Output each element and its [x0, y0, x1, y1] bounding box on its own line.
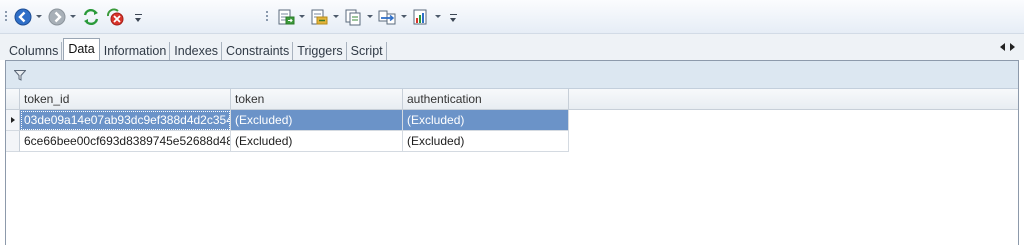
toolbar-overflow-right[interactable] — [450, 14, 457, 22]
cell-authentication[interactable]: (Excluded) — [403, 131, 569, 152]
filter-bar — [6, 61, 1018, 89]
data-panel: token_id token authentication 03de09a14e… — [5, 60, 1019, 245]
tab-scroll-right-icon[interactable] — [1010, 43, 1015, 51]
table-row[interactable]: 6ce66bee00cf693d8389745e52688d48 (Exclud… — [6, 131, 569, 152]
tab-script[interactable]: Script — [348, 42, 387, 60]
filter-icon[interactable] — [14, 70, 26, 81]
toolbar-grip-2[interactable] — [266, 11, 268, 23]
tab-scroll-left-icon[interactable] — [1000, 43, 1005, 51]
cell-token[interactable]: (Excluded) — [231, 131, 403, 152]
import-dropdown-arrow[interactable] — [333, 15, 339, 18]
toolbar-grip[interactable] — [5, 11, 7, 23]
cell-token-id[interactable]: 03de09a14e07ab93dc9ef388d4d2c354 — [20, 110, 231, 131]
report-dropdown-arrow[interactable] — [435, 15, 441, 18]
current-row-arrow-icon — [11, 117, 15, 123]
back-icon[interactable] — [14, 8, 32, 26]
cell-token-id[interactable]: 6ce66bee00cf693d8389745e52688d48 — [20, 131, 231, 152]
table-row[interactable]: 03de09a14e07ab93dc9ef388d4d2c354 (Exclud… — [6, 110, 569, 131]
row-indicator[interactable] — [6, 131, 20, 152]
stop-icon[interactable] — [106, 8, 124, 26]
tab-triggers[interactable]: Triggers — [294, 42, 347, 60]
column-header-token[interactable]: token — [231, 89, 403, 109]
main-toolbar — [0, 0, 1024, 34]
refresh-icon[interactable] — [82, 8, 100, 26]
forward-icon[interactable] — [48, 8, 66, 26]
column-header-token-id[interactable]: token_id — [20, 89, 231, 109]
report-icon[interactable] — [412, 8, 430, 26]
copy-data-icon[interactable] — [344, 8, 362, 26]
compare-dropdown-arrow[interactable] — [401, 15, 407, 18]
tab-information[interactable]: Information — [101, 42, 171, 60]
row-indicator-header — [6, 89, 20, 109]
export-icon[interactable] — [277, 8, 295, 26]
copy-data-dropdown-arrow[interactable] — [367, 15, 373, 18]
column-header-authentication[interactable]: authentication — [403, 89, 569, 109]
back-dropdown-arrow[interactable] — [36, 15, 42, 18]
forward-dropdown-arrow[interactable] — [70, 15, 76, 18]
cell-authentication[interactable]: (Excluded) — [403, 110, 569, 131]
cell-token[interactable]: (Excluded) — [231, 110, 403, 131]
export-dropdown-arrow[interactable] — [299, 15, 305, 18]
tab-list: Columns Data Information Indexes Constra… — [6, 38, 388, 60]
tab-scroll-arrows — [1000, 43, 1015, 51]
tab-strip: Columns Data Information Indexes Constra… — [0, 34, 1024, 60]
tab-indexes[interactable]: Indexes — [171, 42, 223, 60]
import-icon[interactable] — [310, 8, 328, 26]
row-indicator[interactable] — [6, 110, 20, 131]
grid-header: token_id token authentication — [6, 89, 1018, 110]
tab-data[interactable]: Data — [63, 38, 100, 60]
toolbar-overflow-left[interactable] — [135, 14, 142, 22]
tab-constraints[interactable]: Constraints — [223, 42, 294, 60]
tab-columns[interactable]: Columns — [6, 42, 63, 60]
compare-icon[interactable] — [378, 8, 396, 26]
